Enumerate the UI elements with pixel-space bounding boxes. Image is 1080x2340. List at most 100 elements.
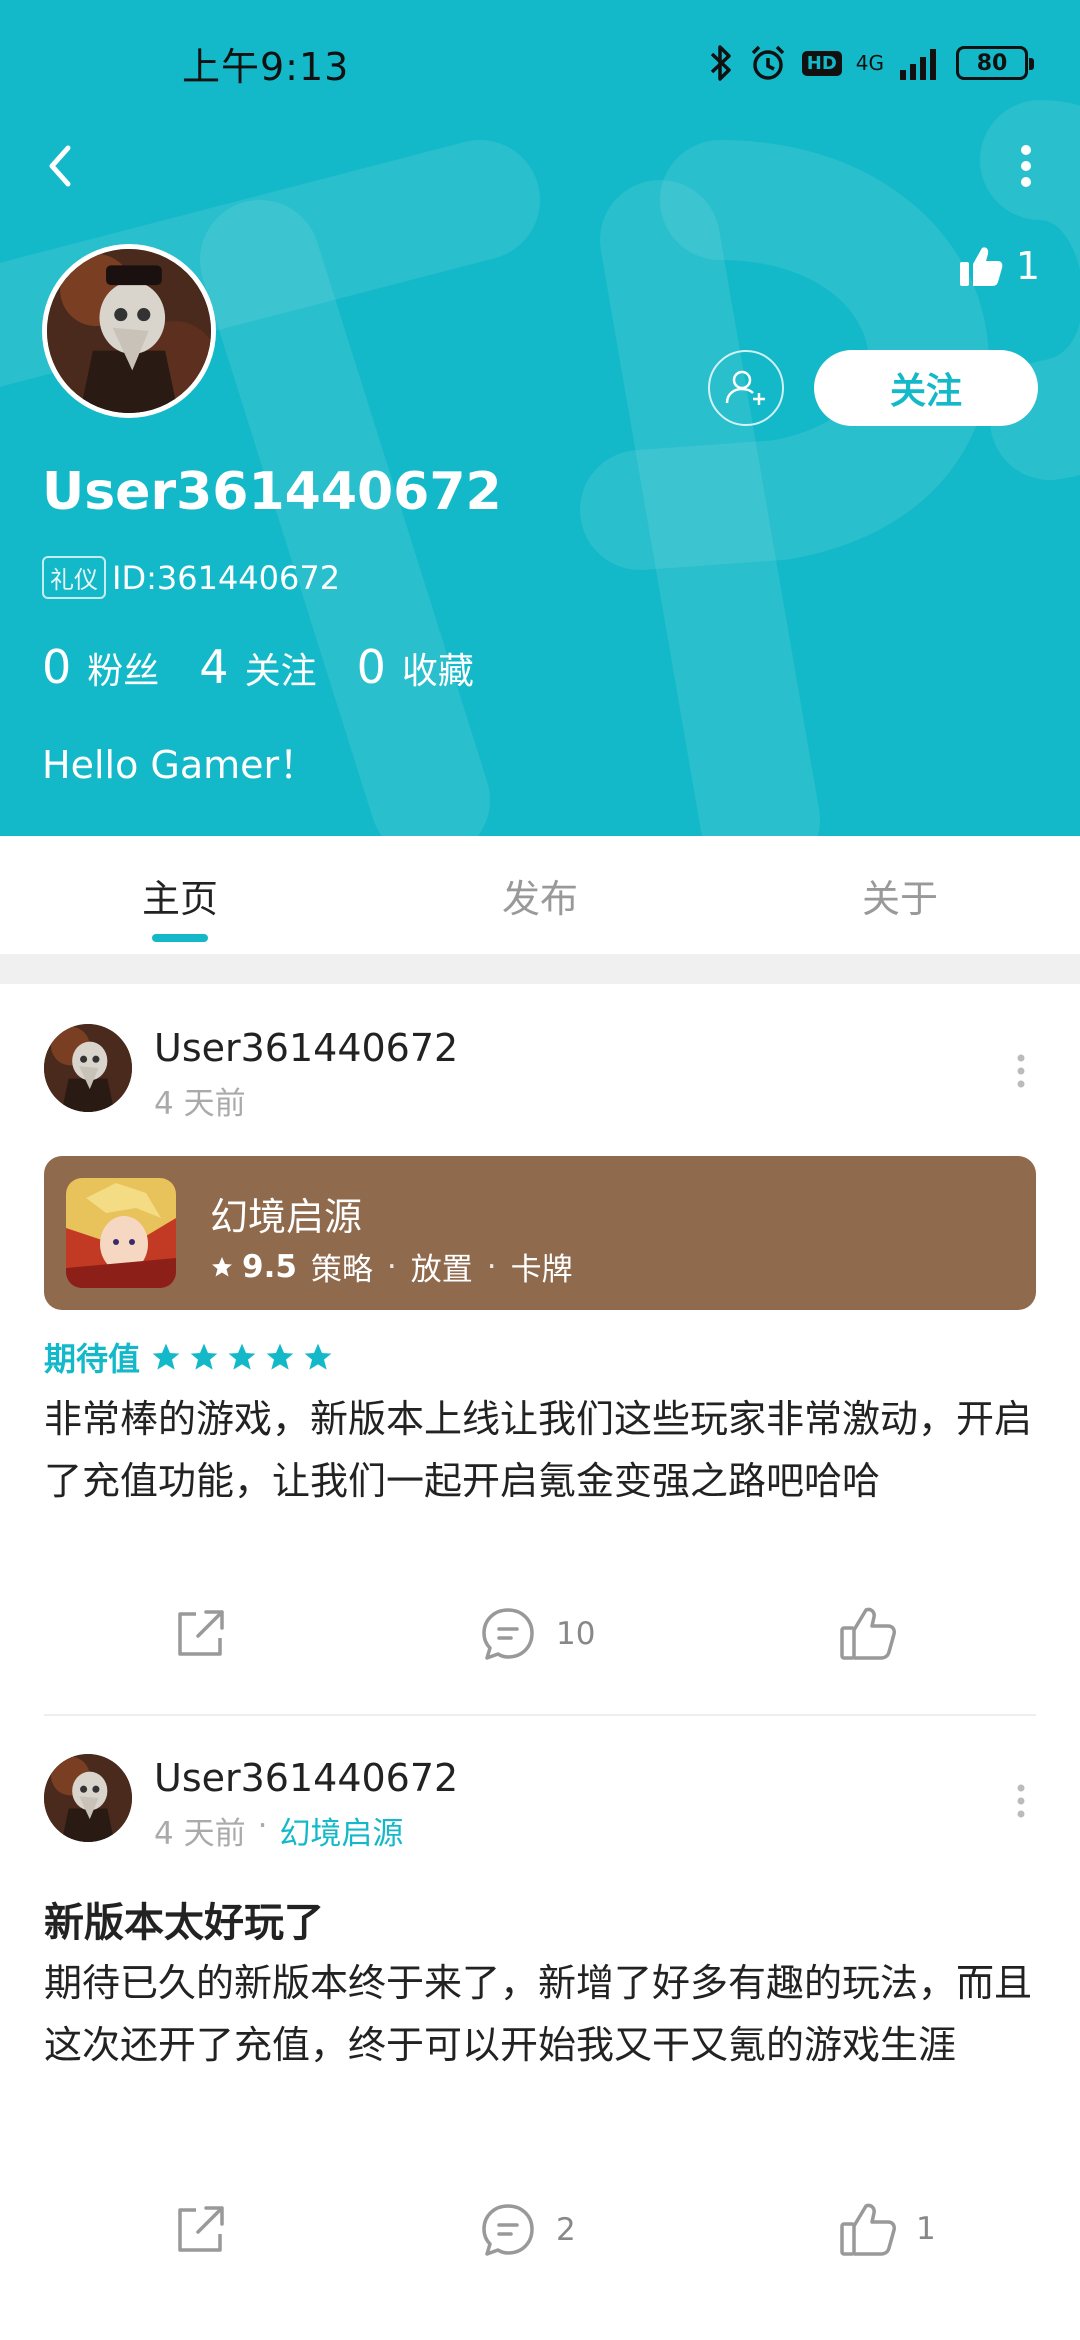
game-icon xyxy=(66,1178,176,1288)
avatar-image xyxy=(44,1024,132,1112)
post-body[interactable]: 非常棒的游戏，新版本上线让我们这些玩家非常激动，开启了充值功能，让我们一起开启氪… xyxy=(44,1388,1036,1512)
star-icon xyxy=(266,1343,294,1370)
post-divider xyxy=(44,1714,1036,1716)
stat-fans-count: 0 xyxy=(42,640,72,694)
game-tag: 放置 xyxy=(410,1252,473,1288)
feed-post: User361440672 4 天前 幻境启源 9.5 策略 · 放置 · 卡牌… xyxy=(0,984,1080,1714)
profile-tabs: 主页 发布 关于 xyxy=(0,836,1080,954)
star-icon xyxy=(228,1343,256,1370)
stat-favorites-count: 0 xyxy=(356,640,386,694)
post-body[interactable]: 期待已久的新版本终于来了，新增了好多有趣的玩法，而且这次还开了充值，终于可以开始… xyxy=(44,1952,1036,2076)
profile-header: 上午9:13 HD 4G 80 1 关注 User361440672 礼仪 ID… xyxy=(0,0,1080,836)
share-icon xyxy=(178,1610,224,1656)
bluetooth-icon xyxy=(710,45,731,81)
thumbs-up-icon xyxy=(840,2203,896,2256)
add-friend-button[interactable] xyxy=(708,350,784,426)
tag-separator: · xyxy=(386,1248,397,1285)
comment-count: 2 xyxy=(556,2212,576,2248)
add-friend-icon xyxy=(725,370,765,405)
signal-icon xyxy=(900,49,936,80)
taptap-watermark-logo xyxy=(0,100,1080,836)
expectation-label: 期待值 xyxy=(44,1340,141,1378)
profile-avatar[interactable] xyxy=(42,244,216,418)
status-icons: HD 4G 80 xyxy=(708,38,1034,88)
like-button[interactable] xyxy=(838,1604,916,1662)
rating-stars xyxy=(150,1341,334,1373)
comment-button[interactable]: 2 xyxy=(478,2200,576,2260)
game-cover-image xyxy=(66,1178,176,1288)
stat-following-count: 4 xyxy=(199,640,229,694)
profile-stats: 0 粉丝 4 关注 0 收藏 xyxy=(42,640,474,694)
profile-username: User361440672 xyxy=(42,462,502,522)
section-divider xyxy=(0,954,1080,984)
post-author-avatar[interactable] xyxy=(44,1024,132,1112)
post-title[interactable]: 新版本太好玩了 xyxy=(44,1890,324,1948)
star-icon xyxy=(152,1343,180,1370)
profile-id: ID:361440672 xyxy=(112,558,341,597)
status-time: 上午9:13 xyxy=(182,45,350,89)
post-author-name[interactable]: User361440672 xyxy=(154,1756,458,1800)
thumbs-up-icon xyxy=(959,247,1003,286)
battery-icon: 80 xyxy=(956,46,1034,80)
post-time: 4 天前 xyxy=(154,1816,246,1852)
profile-like-count: 1 xyxy=(1015,244,1040,288)
like-count: 1 xyxy=(916,2211,936,2247)
stat-fans[interactable]: 0 粉丝 xyxy=(42,640,159,694)
stat-fans-label: 粉丝 xyxy=(87,651,160,692)
post-header: User361440672 4 天前 xyxy=(44,1024,1036,1123)
more-options-button[interactable] xyxy=(1006,138,1046,194)
share-button[interactable] xyxy=(172,1604,230,1662)
game-score-value: 9.5 xyxy=(242,1248,297,1285)
profile-id-row: 礼仪 ID:361440672 xyxy=(42,556,340,599)
post-author-name[interactable]: User361440672 xyxy=(154,1026,458,1070)
post-meta: 4 天前 xyxy=(154,1078,246,1123)
battery-level: 80 xyxy=(976,50,1008,76)
like-button[interactable]: 1 xyxy=(838,2200,936,2258)
tab-about[interactable]: 关于 xyxy=(720,836,1080,954)
tab-home[interactable]: 主页 xyxy=(0,836,360,954)
game-tag: 卡牌 xyxy=(510,1252,573,1288)
comment-button[interactable]: 10 xyxy=(478,1604,595,1664)
comment-icon xyxy=(482,1608,534,1660)
more-vertical-icon xyxy=(1017,1054,1025,1088)
profile-bio: Hello Gamer！ xyxy=(42,743,318,787)
share-button[interactable] xyxy=(172,2200,230,2258)
feed-post: User361440672 4 天前 · 幻境启源 新版本太好玩了 期待已久的新… xyxy=(0,1714,1080,2340)
post-time: 4 天前 xyxy=(154,1086,246,1122)
post-author-avatar[interactable] xyxy=(44,1754,132,1842)
stat-following-label: 关注 xyxy=(244,651,317,692)
thumbs-up-icon xyxy=(840,1607,896,1660)
star-icon xyxy=(212,1256,232,1276)
post-meta: 4 天前 · 幻境启源 xyxy=(154,1808,403,1853)
game-name: 幻境启源 xyxy=(210,1195,363,1239)
more-vertical-icon xyxy=(1017,1784,1025,1818)
alarm-icon xyxy=(751,45,784,80)
avatar-image xyxy=(44,1754,132,1842)
network-type: 4G xyxy=(855,51,884,75)
post-more-button[interactable] xyxy=(1006,1776,1036,1826)
more-vertical-icon xyxy=(1021,145,1031,187)
stat-following[interactable]: 4 关注 xyxy=(199,640,316,694)
back-arrow-icon xyxy=(49,145,71,187)
avatar-image xyxy=(47,249,211,413)
etiquette-badge[interactable]: 礼仪 xyxy=(42,556,106,599)
comment-count: 10 xyxy=(556,1616,596,1652)
tab-posts[interactable]: 发布 xyxy=(360,836,720,954)
post-more-button[interactable] xyxy=(1006,1046,1036,1096)
post-header: User361440672 4 天前 · 幻境启源 xyxy=(44,1754,1036,1853)
post-game-link[interactable]: 幻境启源 xyxy=(279,1808,403,1853)
status-bar: 上午9:13 HD 4G 80 xyxy=(0,0,1080,120)
comment-icon xyxy=(482,2204,534,2256)
post-actions: 2 1 xyxy=(0,2200,1080,2280)
stat-favorites[interactable]: 0 收藏 xyxy=(357,640,474,694)
back-button[interactable] xyxy=(40,138,80,194)
game-card[interactable]: 幻境启源 9.5 策略 · 放置 · 卡牌 xyxy=(44,1156,1036,1310)
share-icon xyxy=(178,2206,224,2252)
game-tags: 9.5 策略 · 放置 · 卡牌 xyxy=(210,1244,573,1289)
post-actions: 10 xyxy=(0,1604,1080,1684)
star-icon xyxy=(304,1343,332,1370)
follow-button[interactable]: 关注 xyxy=(814,350,1038,426)
profile-like-counter[interactable]: 1 xyxy=(958,244,1040,288)
stat-favorites-label: 收藏 xyxy=(401,651,474,692)
hd-badge: HD xyxy=(801,50,842,76)
